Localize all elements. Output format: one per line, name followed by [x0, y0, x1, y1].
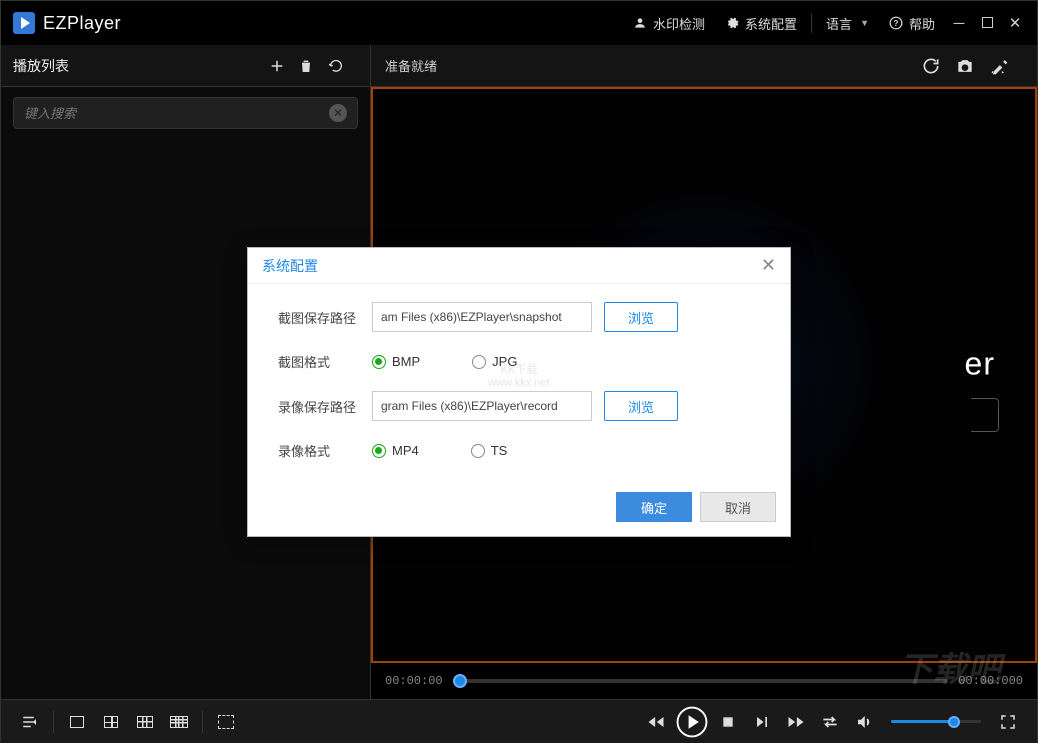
radio-selected-icon — [372, 355, 386, 369]
record-format-row: 录像格式 MP4 TS — [278, 441, 760, 460]
radio-icon — [471, 444, 485, 458]
system-config-dialog: 系统配置 ✕ 截图保存路径 浏览 截图格式 BMP JPG — [247, 247, 791, 537]
dialog-cancel-button[interactable]: 取消 — [700, 492, 776, 522]
dialog-title: 系统配置 — [262, 256, 761, 276]
record-browse-button[interactable]: 浏览 — [604, 391, 678, 421]
format-mp4-label: MP4 — [392, 443, 419, 458]
dialog-ok-button[interactable]: 确定 — [616, 492, 692, 522]
snapshot-format-bmp-radio[interactable]: BMP — [372, 354, 420, 369]
record-format-label: 录像格式 — [278, 441, 360, 460]
snapshot-browse-button[interactable]: 浏览 — [604, 302, 678, 332]
dialog-close-button[interactable]: ✕ — [761, 255, 776, 276]
dialog-body: 截图保存路径 浏览 截图格式 BMP JPG 录像保存路径 浏览 — [248, 284, 790, 484]
snapshot-path-input[interactable] — [372, 302, 592, 332]
dialog-backdrop: 系统配置 ✕ 截图保存路径 浏览 截图格式 BMP JPG — [1, 1, 1037, 741]
dialog-header: 系统配置 ✕ — [248, 248, 790, 284]
snapshot-path-label: 截图保存路径 — [278, 308, 360, 327]
snapshot-format-label: 截图格式 — [278, 352, 360, 371]
record-format-mp4-radio[interactable]: MP4 — [372, 443, 419, 458]
dialog-footer: 确定 取消 — [248, 484, 790, 536]
radio-selected-icon — [372, 444, 386, 458]
format-ts-label: TS — [491, 443, 508, 458]
record-path-row: 录像保存路径 浏览 — [278, 391, 760, 421]
record-path-input[interactable] — [372, 391, 592, 421]
radio-icon — [472, 355, 486, 369]
record-path-label: 录像保存路径 — [278, 397, 360, 416]
snapshot-format-row: 截图格式 BMP JPG — [278, 352, 760, 371]
format-bmp-label: BMP — [392, 354, 420, 369]
format-jpg-label: JPG — [492, 354, 517, 369]
snapshot-path-row: 截图保存路径 浏览 — [278, 302, 760, 332]
record-format-ts-radio[interactable]: TS — [471, 443, 508, 458]
snapshot-format-jpg-radio[interactable]: JPG — [472, 354, 517, 369]
